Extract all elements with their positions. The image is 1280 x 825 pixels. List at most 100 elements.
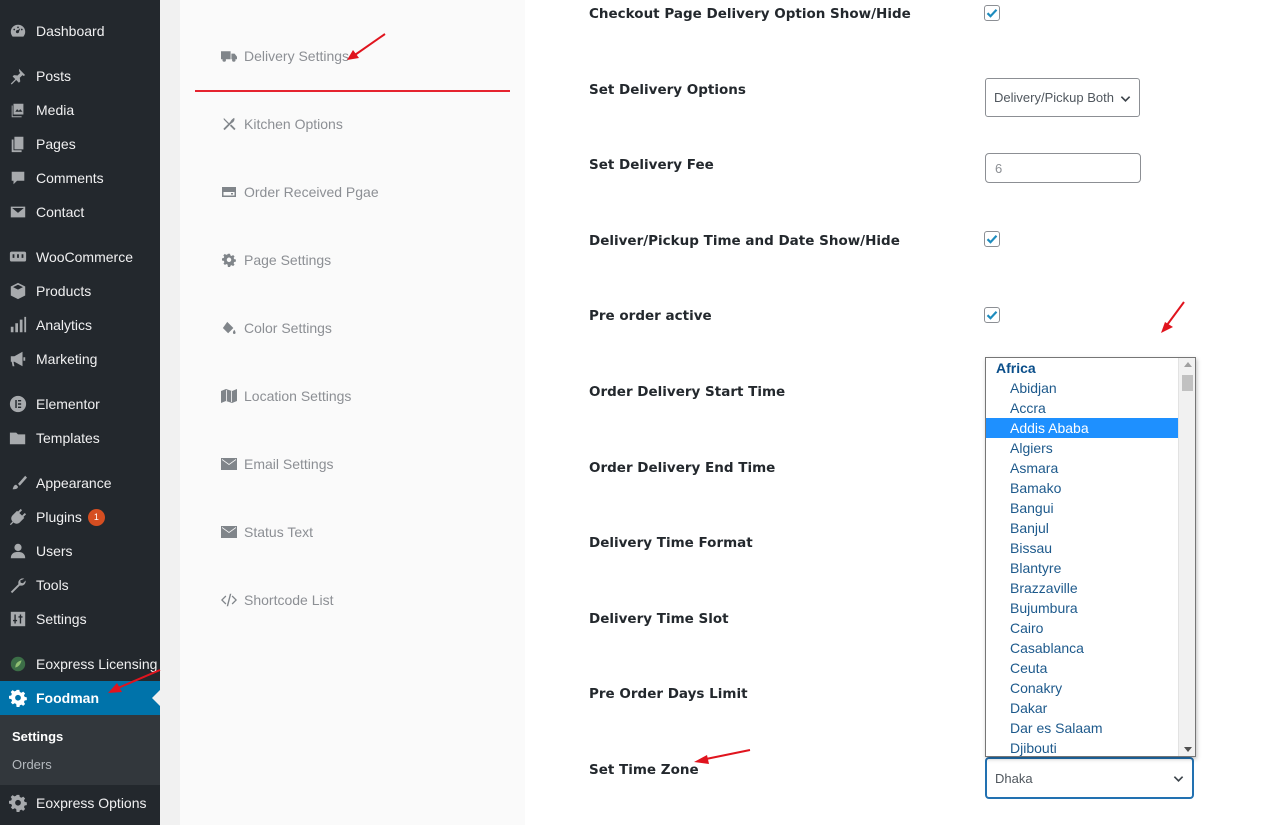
menu-item-eoxpress-licensing[interactable]: Eoxpress Licensing <box>0 647 160 681</box>
menu-item-contact[interactable]: Contact <box>0 195 160 229</box>
checkout-toggle-checkbox[interactable] <box>984 5 1000 21</box>
timezone-option-selected[interactable]: Addis Ababa <box>986 418 1179 438</box>
submenu-orders[interactable]: Orders <box>12 757 52 772</box>
menu-item-elementor[interactable]: Elementor <box>0 387 160 421</box>
timezone-option[interactable]: Casablanca <box>986 638 1179 658</box>
timezone-option[interactable]: Algiers <box>986 438 1179 458</box>
menu-label: Templates <box>36 430 100 446</box>
timezone-option[interactable]: Bissau <box>986 538 1179 558</box>
menu-label: Tools <box>36 577 69 593</box>
settings-tabs-panel: Delivery Settings Kitchen Options Order … <box>180 0 525 825</box>
tab-color-settings[interactable]: Color Settings <box>220 316 332 340</box>
menu-item-plugins[interactable]: Plugins 1 <box>0 500 160 534</box>
delivery-fee-input[interactable]: 6 <box>985 153 1141 183</box>
end-time-label: Order Delivery End Time <box>589 460 776 476</box>
delivery-options-select[interactable]: Delivery/Pickup Both <box>985 78 1140 117</box>
timezone-option[interactable]: Cairo <box>986 618 1179 638</box>
tab-email-settings[interactable]: Email Settings <box>220 452 333 476</box>
leaf-icon <box>9 655 27 673</box>
menu-item-analytics[interactable]: Analytics <box>0 308 160 342</box>
menu-label: Elementor <box>36 396 100 412</box>
tab-page-settings[interactable]: Page Settings <box>220 248 331 272</box>
dropdown-scrollbar[interactable] <box>1178 358 1195 756</box>
scroll-up-arrow-icon[interactable] <box>1184 362 1192 367</box>
gear-icon <box>9 689 27 707</box>
timezone-select[interactable]: Dhaka <box>985 757 1194 799</box>
preorder-label: Pre order active <box>589 308 712 324</box>
menu-item-dashboard[interactable]: Dashboard <box>0 14 160 48</box>
bar-chart-icon <box>9 316 27 334</box>
timezone-option[interactable]: Banjul <box>986 518 1179 538</box>
timezone-option[interactable]: Ceuta <box>986 658 1179 678</box>
tab-label: Status Text <box>244 524 314 540</box>
menu-item-eoxpress-options[interactable]: Eoxpress Options <box>0 786 160 820</box>
menu-item-settings[interactable]: Settings <box>0 602 160 636</box>
sliders-icon <box>9 610 27 628</box>
tab-label: Delivery Settings <box>244 48 350 64</box>
timezone-option[interactable]: Bujumbura <box>986 598 1179 618</box>
menu-item-posts[interactable]: Posts <box>0 59 160 93</box>
envelope-icon <box>9 203 27 221</box>
submenu-settings[interactable]: Settings <box>12 729 63 744</box>
checkmark-icon <box>986 311 998 320</box>
folder-icon <box>9 429 27 447</box>
scroll-down-arrow-icon[interactable] <box>1184 747 1192 752</box>
menu-item-marketing[interactable]: Marketing <box>0 342 160 376</box>
woo-icon <box>9 248 27 266</box>
timezone-option[interactable]: Accra <box>986 398 1179 418</box>
preorder-days-label: Pre Order Days Limit <box>589 686 748 702</box>
menu-item-templates[interactable]: Templates <box>0 421 160 455</box>
timezone-option[interactable]: Asmara <box>986 458 1179 478</box>
menu-item-appearance[interactable]: Appearance <box>0 466 160 500</box>
menu-item-woocommerce[interactable]: WooCommerce <box>0 240 160 274</box>
timezone-value: Dhaka <box>995 770 1033 786</box>
chevron-down-icon <box>1173 776 1184 782</box>
menu-item-products[interactable]: Products <box>0 274 160 308</box>
tab-status-text[interactable]: Status Text <box>220 520 313 544</box>
menu-item-users[interactable]: Users <box>0 534 160 568</box>
timezone-option[interactable]: Dar es Salaam <box>986 718 1179 738</box>
tab-label: Email Settings <box>244 456 334 472</box>
timezone-option[interactable]: Conakry <box>986 678 1179 698</box>
menu-label: Marketing <box>36 351 98 367</box>
timezone-option[interactable]: Dakar <box>986 698 1179 718</box>
pages-icon <box>9 135 27 153</box>
menu-label: Settings <box>36 611 87 627</box>
timezone-option[interactable]: Djibouti <box>986 738 1179 756</box>
envelope-icon <box>220 524 238 540</box>
preorder-checkbox[interactable] <box>984 307 1000 323</box>
tab-location-settings[interactable]: Location Settings <box>220 384 351 408</box>
tab-shortcode-list[interactable]: Shortcode List <box>220 588 334 612</box>
tab-order-received-page[interactable]: Order Received Pgae <box>220 180 379 204</box>
admin-sidebar: Dashboard Posts Media Pages Comments Con… <box>0 0 160 825</box>
checkmark-icon <box>986 9 998 18</box>
menu-item-comments[interactable]: Comments <box>0 161 160 195</box>
menu-item-pages[interactable]: Pages <box>0 127 160 161</box>
tab-kitchen-options[interactable]: Kitchen Options <box>220 112 343 136</box>
gear-icon <box>220 252 238 268</box>
tab-label: Location Settings <box>244 388 352 404</box>
timezone-dropdown-list[interactable]: Africa Abidjan Accra Addis Ababa Algiers… <box>985 357 1196 757</box>
timezone-option[interactable]: Blantyre <box>986 558 1179 578</box>
tab-label: Color Settings <box>244 320 332 336</box>
plug-icon <box>9 508 27 526</box>
menu-label: Posts <box>36 68 72 84</box>
timezone-option[interactable]: Bangui <box>986 498 1179 518</box>
scrollbar-thumb[interactable] <box>1182 375 1193 391</box>
menu-label: Plugins <box>36 509 82 525</box>
foodman-submenu: Settings Orders <box>0 715 160 785</box>
menu-item-tools[interactable]: Tools <box>0 568 160 602</box>
timezone-option[interactable]: Brazzaville <box>986 578 1179 598</box>
timezone-option[interactable]: Bamako <box>986 478 1179 498</box>
menu-item-media[interactable]: Media <box>0 93 160 127</box>
brush-icon <box>9 474 27 492</box>
tab-label: Order Received Pgae <box>244 184 379 200</box>
datetime-toggle-label: Deliver/Pickup Time and Date Show/Hide <box>589 233 900 249</box>
tab-label: Shortcode List <box>244 592 334 608</box>
tab-delivery-settings[interactable]: Delivery Settings <box>220 44 349 68</box>
menu-item-foodman[interactable]: Foodman <box>0 681 160 715</box>
menu-label: Comments <box>36 170 104 186</box>
timezone-option[interactable]: Abidjan <box>986 378 1179 398</box>
datetime-toggle-checkbox[interactable] <box>984 231 1000 247</box>
delivery-fee-label: Set Delivery Fee <box>589 157 714 173</box>
